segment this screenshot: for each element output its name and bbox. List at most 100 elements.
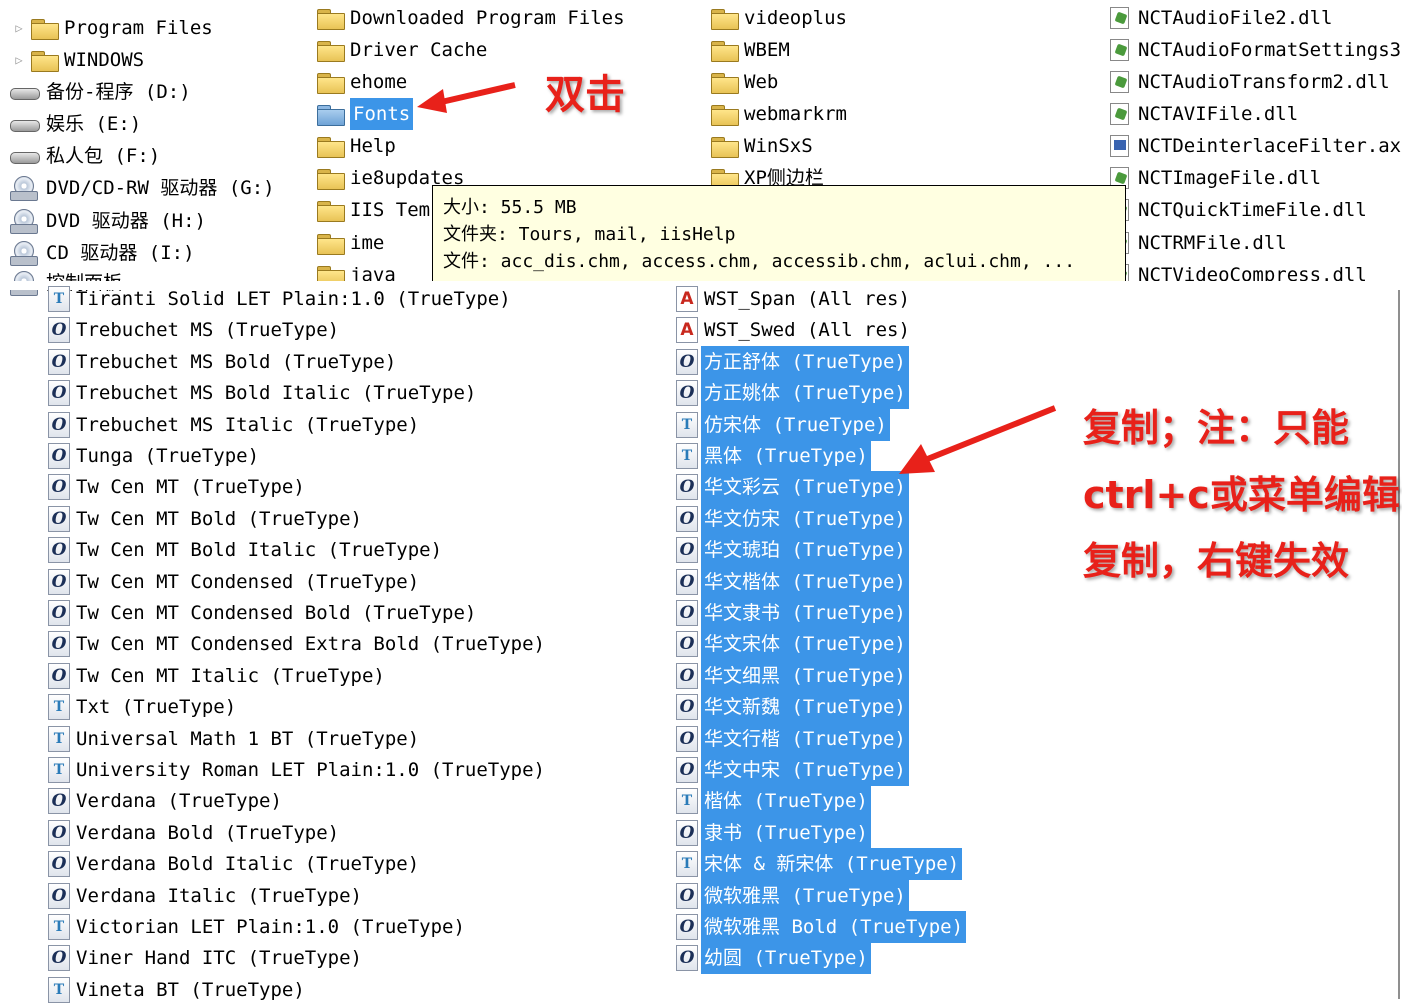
folder-icon — [316, 199, 346, 222]
font-file-item[interactable]: Verdana (TrueType) — [48, 785, 282, 817]
font-file-item[interactable]: Trebuchet MS Italic (TrueType) — [48, 409, 419, 441]
opentype-font-icon — [676, 882, 698, 909]
folder-item[interactable]: Driver Cache — [316, 34, 487, 66]
file-item[interactable]: NCTImageFile.dll — [1108, 162, 1321, 194]
font-file-item[interactable]: 华文隶书 (TrueType) — [676, 597, 909, 629]
file-item[interactable]: NCTRMFile.dll — [1108, 227, 1287, 259]
font-file-item[interactable]: Tw Cen MT Italic (TrueType) — [48, 660, 385, 692]
font-file-item[interactable]: Trebuchet MS Bold (TrueType) — [48, 346, 396, 378]
folder-item[interactable]: WinSxS — [710, 130, 813, 162]
font-file-item[interactable]: 华文宋体 (TrueType) — [676, 628, 909, 661]
folder-item[interactable]: videoplus — [710, 2, 847, 34]
file-item[interactable]: NCTQuickTimeFile.dll — [1108, 194, 1367, 226]
font-file-item[interactable]: 方正姚体 (TrueType) — [676, 377, 909, 410]
font-file-item[interactable]: 华文新魏 (TrueType) — [676, 691, 909, 724]
file-item[interactable]: NCTAudioFormatSettings3 — [1108, 34, 1401, 66]
expand-icon[interactable]: ▷ — [10, 44, 28, 76]
tree-item-drive-i[interactable]: CD 驱动器 (I:) — [8, 237, 195, 269]
file-item[interactable]: NCTDeinterlaceFilter.ax — [1108, 130, 1401, 162]
font-file-label: 华文隶书 (TrueType) — [701, 597, 909, 629]
font-file-label: 黑体 (TrueType) — [701, 440, 871, 472]
font-file-item[interactable]: 楷体 (TrueType) — [676, 785, 871, 818]
folder-item[interactable]: Web — [710, 66, 778, 98]
font-file-item[interactable]: 华文细黑 (TrueType) — [676, 659, 909, 692]
folder-label: Web — [744, 71, 779, 93]
font-file-item[interactable]: Tw Cen MT Condensed (TrueType) — [48, 566, 419, 598]
tree-item-drive-h[interactable]: DVD 驱动器 (H:) — [8, 205, 206, 237]
opentype-font-icon — [676, 474, 698, 501]
opentype-font-icon — [676, 945, 698, 972]
opentype-font-icon — [48, 600, 70, 626]
font-file-label: 华文新魏 (TrueType) — [701, 691, 909, 724]
font-file-item[interactable]: Tw Cen MT Bold Italic (TrueType) — [48, 534, 442, 566]
folder-item[interactable]: IIS Tem — [316, 194, 430, 226]
font-file-item[interactable]: Tunga (TrueType) — [48, 440, 259, 472]
opentype-font-icon — [48, 411, 70, 438]
opentype-font-icon — [676, 694, 698, 721]
font-file-item[interactable]: 华文琥珀 (TrueType) — [676, 534, 909, 567]
folder-item[interactable]: Downloaded Program Files — [316, 2, 625, 34]
opentype-font-icon — [48, 662, 70, 689]
font-file-item[interactable]: Tw Cen MT Bold (TrueType) — [48, 503, 362, 535]
font-file-item[interactable]: 华文仿宋 (TrueType) — [676, 502, 909, 535]
tree-item-windows[interactable]: ▷ WINDOWS — [10, 44, 144, 76]
file-item[interactable]: NCTAudioFile2.dll — [1108, 2, 1332, 34]
font-file-item[interactable]: 华文彩云 (TrueType) — [676, 471, 909, 504]
font-file-item[interactable]: 隶书 (TrueType) — [676, 816, 871, 849]
folder-label: WBEM — [744, 39, 790, 61]
font-file-item[interactable]: 宋体 & 新宋体 (TrueType) — [676, 848, 963, 881]
font-file-item[interactable]: WST_Span (All res) — [676, 283, 910, 315]
font-file-item[interactable]: University Roman LET Plain:1.0 (TrueType… — [48, 754, 545, 786]
tree-item-drive-e[interactable]: 娱乐 (E:) — [8, 108, 141, 140]
font-file-label: 华文琥珀 (TrueType) — [701, 534, 909, 567]
font-file-item[interactable]: Verdana Italic (TrueType) — [48, 880, 362, 912]
folder-icon — [316, 232, 346, 255]
font-file-item[interactable]: Tiranti Solid LET Plain:1.0 (TrueType) — [48, 283, 511, 315]
tree-item-drive-g[interactable]: DVD/CD-RW 驱动器 (G:) — [8, 172, 275, 204]
folder-item-fonts[interactable]: Fonts — [316, 98, 414, 130]
folder-item[interactable]: ime — [316, 227, 384, 259]
file-item[interactable]: NCTAudioTransform2.dll — [1108, 66, 1390, 98]
opentype-font-icon — [48, 631, 70, 658]
font-file-item[interactable]: Victorian LET Plain:1.0 (TrueType) — [48, 911, 465, 943]
font-file-item[interactable]: 微软雅黑 Bold (TrueType) — [676, 911, 967, 943]
tree-item-drive-f[interactable]: 私人包 (F:) — [8, 140, 160, 172]
font-file-item[interactable]: 黑体 (TrueType) — [676, 440, 871, 472]
font-file-item[interactable]: Trebuchet MS (TrueType) — [48, 314, 339, 346]
font-file-item[interactable]: Trebuchet MS Bold Italic (TrueType) — [48, 377, 476, 409]
font-file-item[interactable]: 华文中宋 (TrueType) — [676, 754, 909, 786]
font-file-label: Tiranti Solid LET Plain:1.0 (TrueType) — [76, 288, 511, 310]
annotation-double-click: 双击 — [545, 72, 625, 118]
font-file-item[interactable]: 幼圆 (TrueType) — [676, 942, 871, 975]
font-file-item[interactable]: Vineta BT (TrueType) — [48, 974, 305, 1006]
font-file-item[interactable]: Tw Cen MT Condensed Extra Bold (TrueType… — [48, 628, 545, 660]
folder-icon — [710, 39, 740, 62]
expand-icon[interactable]: ▷ — [10, 12, 28, 44]
tree-item-drive-d[interactable]: 备份-程序 (D:) — [8, 76, 191, 108]
folder-item[interactable]: Help — [316, 130, 396, 162]
font-file-item[interactable]: 微软雅黑 (TrueType) — [676, 879, 909, 912]
folder-item[interactable]: WBEM — [710, 34, 790, 66]
folder-item[interactable]: webmarkrm — [710, 98, 847, 130]
font-file-item[interactable]: Universal Math 1 BT (TrueType) — [48, 723, 419, 755]
font-file-item[interactable]: Viner Hand ITC (TrueType) — [48, 942, 362, 974]
font-file-item[interactable]: 华文行楷 (TrueType) — [676, 722, 909, 755]
file-label: NCTImageFile.dll — [1138, 167, 1322, 189]
file-item[interactable]: NCTAVIFile.dll — [1108, 98, 1298, 130]
annotation-arrow-double-click — [417, 82, 516, 113]
font-file-item[interactable]: Verdana Bold Italic (TrueType) — [48, 848, 419, 880]
font-file-label: 华文细黑 (TrueType) — [701, 659, 909, 692]
annotation-copy-line2: ctrl+c或菜单编辑 — [1083, 473, 1400, 517]
opentype-font-icon — [48, 945, 70, 972]
font-file-item[interactable]: 方正舒体 (TrueType) — [676, 345, 909, 378]
font-file-item[interactable]: Verdana Bold (TrueType) — [48, 817, 339, 849]
font-file-item[interactable]: 仿宋体 (TrueType) — [676, 408, 890, 441]
folder-item[interactable]: ehome — [316, 66, 407, 98]
cd-drive-icon — [8, 175, 40, 201]
font-file-item[interactable]: WST_Swed (All res) — [676, 314, 910, 346]
font-file-item[interactable]: 华文楷体 (TrueType) — [676, 565, 909, 598]
tree-item-program-files[interactable]: ▷ Program Files — [10, 12, 213, 44]
font-file-item[interactable]: Txt (TrueType) — [48, 691, 236, 723]
font-file-item[interactable]: Tw Cen MT (TrueType) — [48, 471, 305, 503]
font-file-item[interactable]: Tw Cen MT Condensed Bold (TrueType) — [48, 597, 476, 629]
